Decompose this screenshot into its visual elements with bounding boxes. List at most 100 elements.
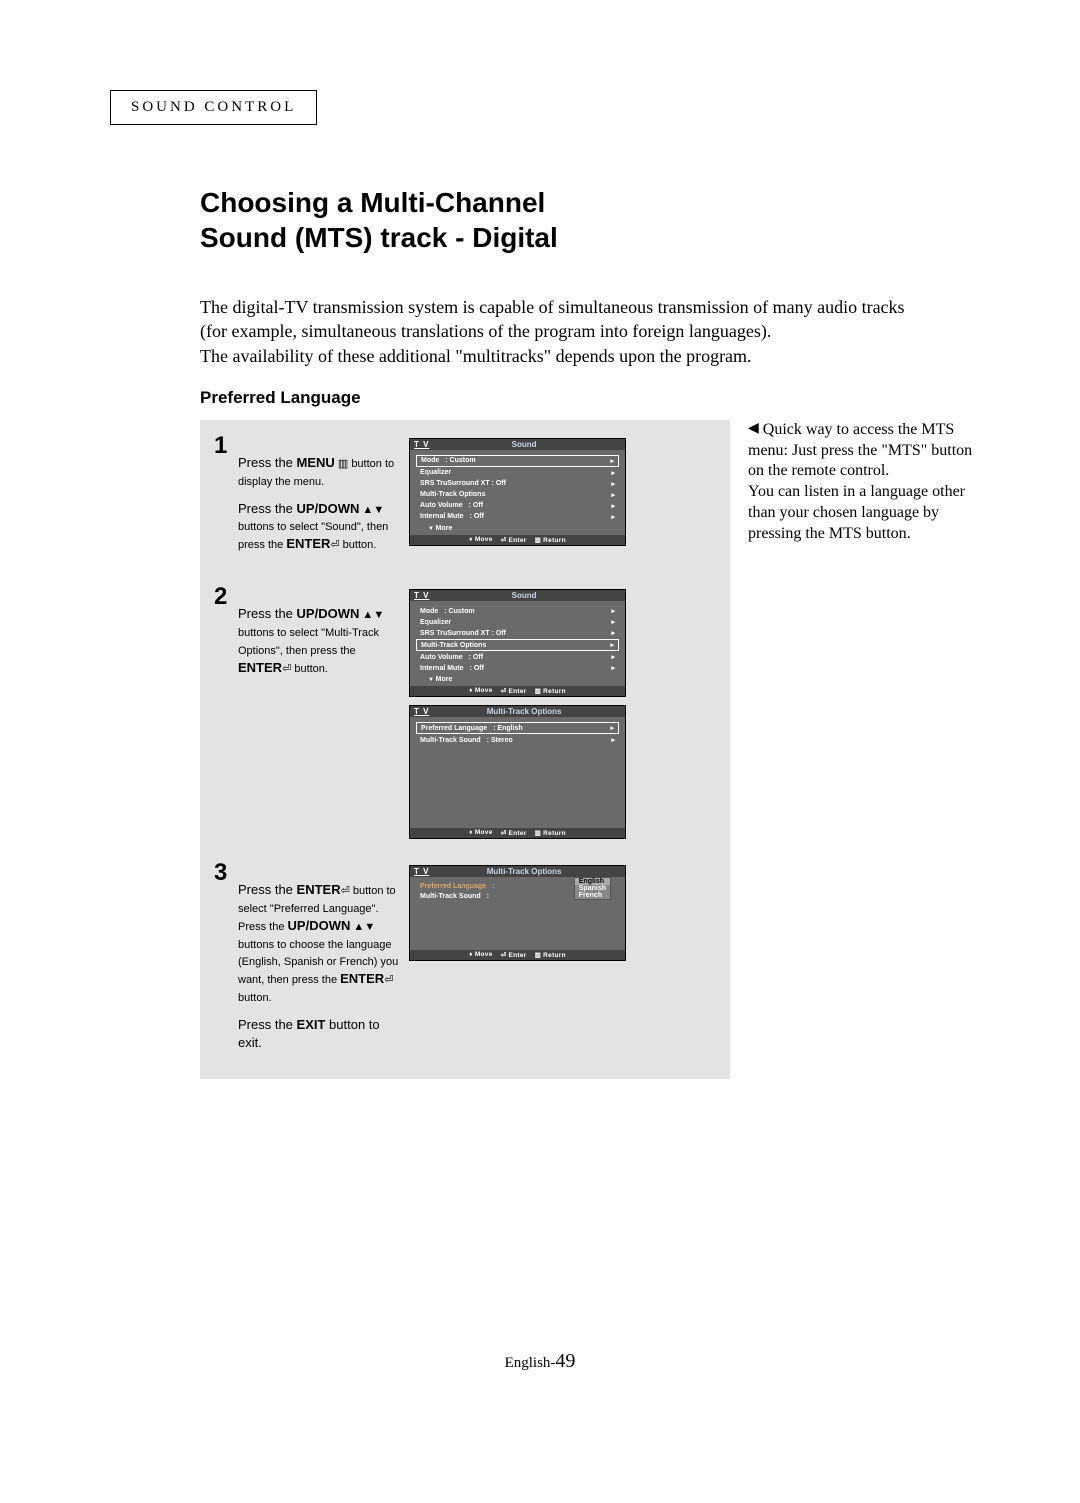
menu-item-pref-lang: Preferred Language — [421, 725, 487, 732]
menu-item-mode: Mode — [421, 457, 439, 464]
footer-return: ▥ Return — [535, 829, 566, 837]
footer-move: ♦ Move — [469, 951, 493, 959]
tv-sound-menu-1: T V Sound Mode : Custom ▸ Equalizer ▸ SRS Tr… — [409, 438, 626, 546]
arrow-icon: ▸ — [611, 502, 615, 510]
val: : Off — [470, 665, 484, 672]
arrow-icon: ▸ — [611, 491, 615, 499]
footer-return: ▥ Return — [535, 687, 566, 695]
menu-label: MENU — [297, 455, 335, 470]
updown-label: UP/DOWN — [288, 918, 351, 933]
step-number: 3 — [214, 859, 238, 1061]
tv-title: Sound — [512, 440, 537, 449]
arrow-icon: ▸ — [611, 618, 615, 626]
tv-label: T V — [414, 707, 429, 716]
step-number: 1 — [214, 432, 238, 563]
step-3-screenshots: T V Multi-Track Options Preferred Languag… — [409, 859, 639, 1061]
arrow-icon: ▸ — [611, 469, 615, 477]
arrow-icon: ▸ — [611, 513, 615, 521]
sidebar-tip: ◀ Quick way to access the MTS menu: Just… — [748, 420, 978, 545]
footer-move: ♦ Move — [469, 687, 493, 695]
txt: Press the — [238, 882, 297, 897]
enter-label: ENTER — [340, 971, 384, 986]
menu-more: More — [416, 674, 619, 684]
step-text: Press the MENU ▥ button to display the m… — [238, 432, 409, 563]
enter-label: ENTER — [297, 882, 341, 897]
menu-item-pref-lang: Preferred Language — [420, 883, 486, 890]
step-text: Press the ENTER⏎ button to select "Prefe… — [238, 859, 409, 1061]
step-2-screenshots: T VSound Mode: Custom▸ Equalizer▸ SRS Tr… — [409, 583, 639, 839]
val: : Custom — [445, 457, 475, 464]
val: : Off — [470, 513, 484, 520]
heading-line-2: Sound (MTS) track - Digital — [200, 222, 558, 253]
tip-arrow-icon: ◀ — [748, 420, 759, 438]
lang-option-spanish: Spanish — [575, 885, 610, 892]
txt: Press the — [238, 455, 297, 470]
steps-container: 1 Press the MENU ▥ button to display the… — [200, 420, 730, 1079]
page-footer: English-49 — [0, 1350, 1080, 1373]
section-header-box: SOUND CONTROL — [110, 90, 317, 125]
val: : Custom — [444, 608, 474, 615]
arrow-icon: ▸ — [611, 480, 615, 488]
heading-line-1: Choosing a Multi-Channel — [200, 187, 545, 218]
tv-label: T V — [414, 867, 429, 876]
arrow-icon: ▸ — [610, 457, 614, 465]
footer-move: ♦ Move — [469, 536, 493, 544]
step-number: 2 — [214, 583, 238, 839]
menu-item-srs: SRS TruSurround XT : Off — [420, 630, 506, 637]
footer-move: ♦ Move — [469, 829, 493, 837]
menu-item-mode: Mode — [420, 608, 438, 615]
exit-label: EXIT — [297, 1017, 326, 1032]
step-text: Press the UP/DOWN ▲▼ buttons to select "… — [238, 583, 409, 839]
val: : Stereo — [487, 737, 513, 744]
step-2: 2 Press the UP/DOWN ▲▼ buttons to select… — [214, 583, 716, 839]
enter-label: ENTER — [238, 660, 282, 675]
arrow-icon: ▸ — [611, 607, 615, 615]
step-1: 1 Press the MENU ▥ button to display the… — [214, 432, 716, 563]
page-heading: Choosing a Multi-Channel Sound (MTS) tra… — [200, 185, 980, 255]
footer-enter: ⏎ Enter — [501, 829, 527, 837]
arrow-icon: ▸ — [611, 736, 615, 744]
txt: ⏎ button. — [330, 539, 376, 551]
menu-item-mt-sound: Multi-Track Sound — [420, 737, 481, 744]
txt: Press the — [238, 1017, 297, 1032]
txt: Press the — [238, 606, 297, 621]
txt: Press the — [238, 501, 297, 516]
menu-item-srs: SRS TruSurround XT : Off — [420, 480, 506, 487]
tv-title: Multi-Track Options — [487, 867, 562, 876]
footer-prefix: English- — [505, 1355, 556, 1371]
arrow-icon: ▸ — [611, 653, 615, 661]
menu-item-mt-sound: Multi-Track Sound — [420, 893, 481, 900]
arrow-icon: ▸ — [611, 664, 615, 672]
arrow-icon: ▸ — [610, 641, 614, 649]
menu-item-mute: Internal Mute — [420, 513, 464, 520]
step-3: 3 Press the ENTER⏎ button to select "Pre… — [214, 859, 716, 1061]
menu-item-equalizer: Equalizer — [420, 469, 451, 476]
menu-item-auto-vol: Auto Volume — [420, 502, 463, 509]
section-header-text: SOUND CONTROL — [131, 99, 296, 115]
lang-option-french: French — [575, 892, 610, 899]
tv-lang-menu: T V Multi-Track Options Preferred Languag… — [409, 865, 626, 961]
footer-enter: ⏎ Enter — [501, 536, 527, 544]
menu-item-auto-vol: Auto Volume — [420, 654, 463, 661]
arrow-icon: ▸ — [610, 724, 614, 732]
page-number: 49 — [555, 1350, 575, 1372]
footer-return: ▥ Return — [535, 951, 566, 959]
tv-title: Sound — [512, 591, 537, 600]
footer-enter: ⏎ Enter — [501, 687, 527, 695]
tv-sound-menu-2: T VSound Mode: Custom▸ Equalizer▸ SRS Tr… — [409, 589, 626, 697]
tv-label: T V — [414, 591, 429, 600]
subheading: Preferred Language — [200, 388, 980, 408]
intro-p2: The availability of these additional "mu… — [200, 344, 920, 368]
val: : Off — [469, 654, 483, 661]
updown-label: UP/DOWN — [297, 606, 360, 621]
footer-enter: ⏎ Enter — [501, 951, 527, 959]
menu-item-mto: Multi-Track Options — [421, 642, 486, 649]
menu-more: More — [416, 523, 619, 533]
footer-return: ▥ Return — [535, 536, 566, 544]
lang-option-english: English — [575, 878, 610, 885]
tv-label: T V — [414, 440, 429, 449]
intro-paragraph: The digital-TV transmission system is ca… — [200, 295, 920, 368]
enter-label: ENTER — [286, 536, 330, 551]
tv-title: Multi-Track Options — [487, 707, 562, 716]
sidebar-tip-text: Quick way to access the MTS menu: Just p… — [748, 421, 972, 542]
